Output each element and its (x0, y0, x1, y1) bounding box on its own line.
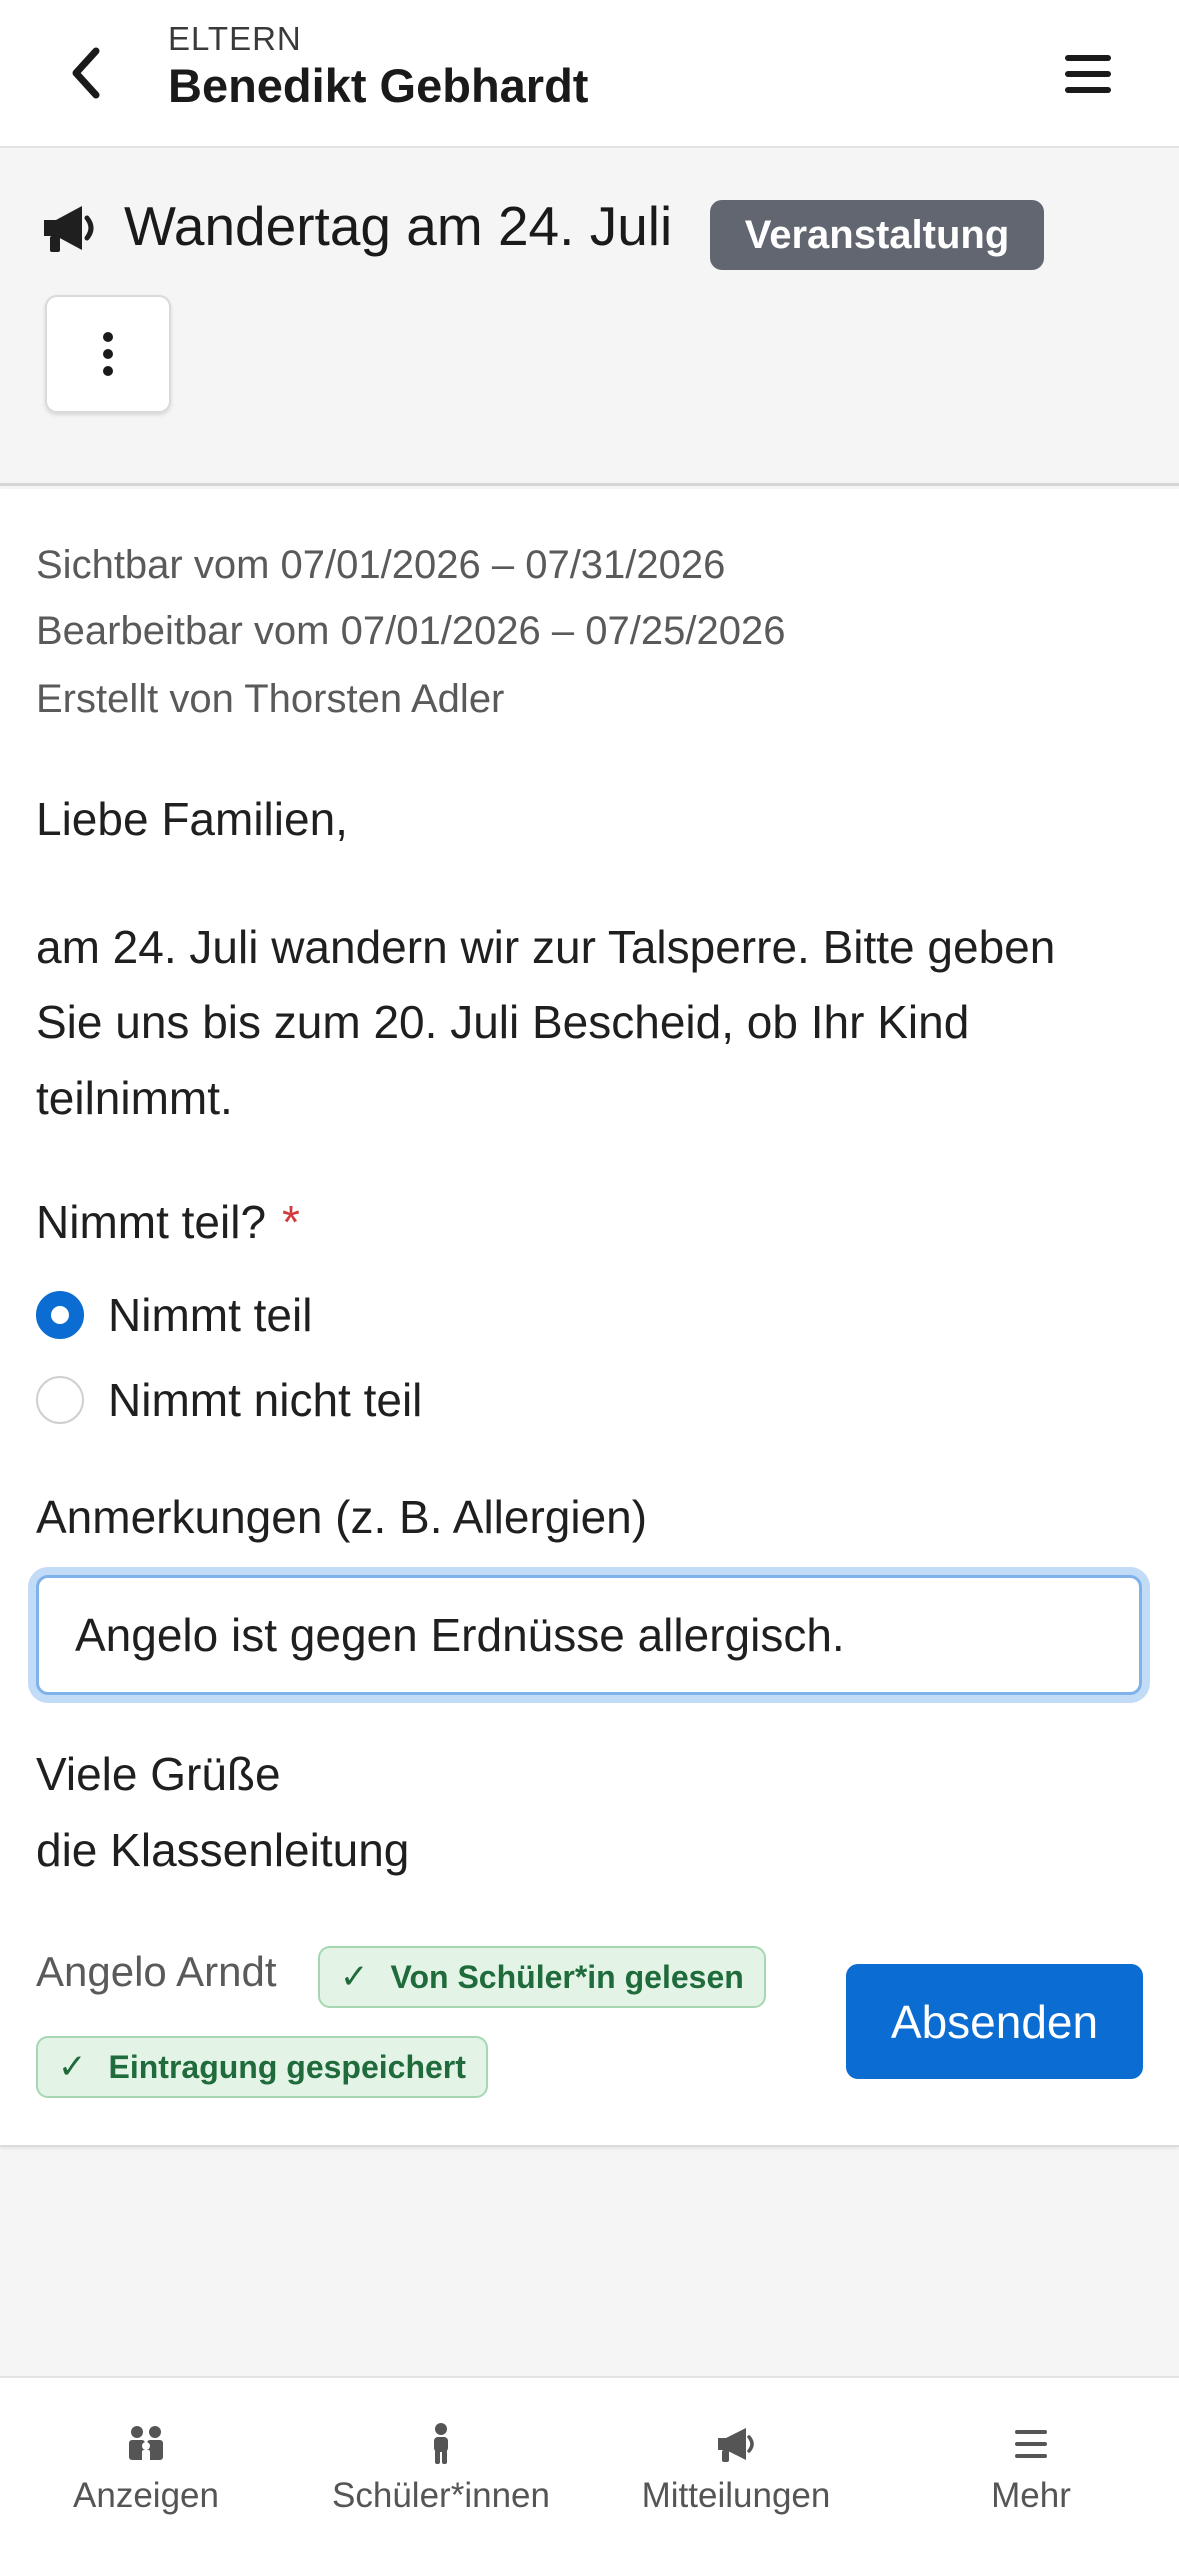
closing-line: Viele Grüße (36, 1748, 281, 1800)
body-line: Sie uns bis zum 20. Juli Bescheid, ob Ih… (36, 996, 970, 1048)
category-badge: Veranstaltung (710, 200, 1044, 270)
body-line: am 24. Juli wandern wir zur Talsperre. B… (36, 921, 1056, 973)
radio-option-not-attending[interactable]: Nimmt nicht teil (36, 1372, 422, 1428)
question-label: Nimmt teil? * (36, 1195, 300, 1249)
back-button[interactable] (56, 40, 116, 106)
child-icon (434, 2423, 448, 2464)
top-app-bar: ELTERN Benedikt Gebhardt (0, 0, 1179, 148)
nav-item-anzeigen[interactable]: Anzeigen (6, 2378, 286, 2556)
post-title: Wandertag am 24. Juli (124, 195, 673, 257)
radio-label: Nimmt nicht teil (108, 1374, 423, 1426)
body-line: teilnimmt. (36, 1072, 233, 1124)
notes-label: Anmerkungen (z. B. Allergien) (36, 1491, 648, 1543)
check-icon: ✓ (340, 1958, 369, 1996)
visible-range: Sichtbar vom 07/01/2026 – 07/31/2026 (36, 543, 726, 587)
question-text: Nimmt teil? (36, 1196, 267, 1248)
megaphone-icon (718, 2428, 754, 2462)
read-status-badge: ✓ Von Schüler*in gelesen (318, 1946, 766, 2008)
nav-label: Anzeigen (73, 2476, 219, 2515)
greeting: Liebe Familien, (36, 793, 348, 845)
menu-icon (1015, 2430, 1047, 2458)
more-options-button[interactable] (45, 295, 171, 413)
chevron-left-icon (72, 47, 100, 99)
hamburger-menu-button[interactable] (1060, 46, 1116, 102)
radio-option-attending[interactable]: Nimmt teil (36, 1287, 312, 1343)
people-icon (129, 2426, 163, 2462)
hamburger-menu-icon (1065, 55, 1111, 93)
nav-item-mitteilungen[interactable]: Mitteilungen (596, 2378, 876, 2556)
megaphone-icon (44, 206, 94, 252)
nav-item-mehr[interactable]: Mehr (891, 2378, 1171, 2556)
radio-label: Nimmt teil (108, 1289, 313, 1341)
nav-label: Schüler*innen (332, 2476, 550, 2515)
saved-status-text: Eintragung gespeichert (108, 2048, 466, 2085)
role-label: ELTERN (168, 20, 302, 57)
author-line: Erstellt von Thorsten Adler (36, 677, 505, 721)
nav-label: Mehr (991, 2476, 1071, 2515)
check-icon: ✓ (58, 2048, 87, 2086)
radio-button-checked[interactable] (36, 1291, 84, 1339)
closing-line: die Klassenleitung (36, 1824, 410, 1876)
kebab-menu-icon (103, 332, 113, 376)
saved-status-badge: ✓ Eintragung gespeichert (36, 2036, 488, 2098)
submit-button[interactable]: Absenden (846, 1964, 1143, 2079)
radio-button-unchecked[interactable] (36, 1376, 84, 1424)
user-name-title: Benedikt Gebhardt (168, 59, 589, 112)
editable-range: Bearbeitbar vom 07/01/2026 – 07/25/2026 (36, 609, 786, 653)
notes-input[interactable] (36, 1575, 1142, 1695)
bottom-navigation: Anzeigen Schüler*innen Mitteilungen Mehr (0, 2376, 1179, 2556)
student-name: Angelo Arndt (36, 1948, 277, 1995)
read-status-text: Von Schüler*in gelesen (390, 1958, 744, 1995)
nav-label: Mitteilungen (641, 2476, 831, 2515)
nav-item-schueler[interactable]: Schüler*innen (301, 2378, 581, 2556)
required-marker: * (282, 1196, 300, 1248)
